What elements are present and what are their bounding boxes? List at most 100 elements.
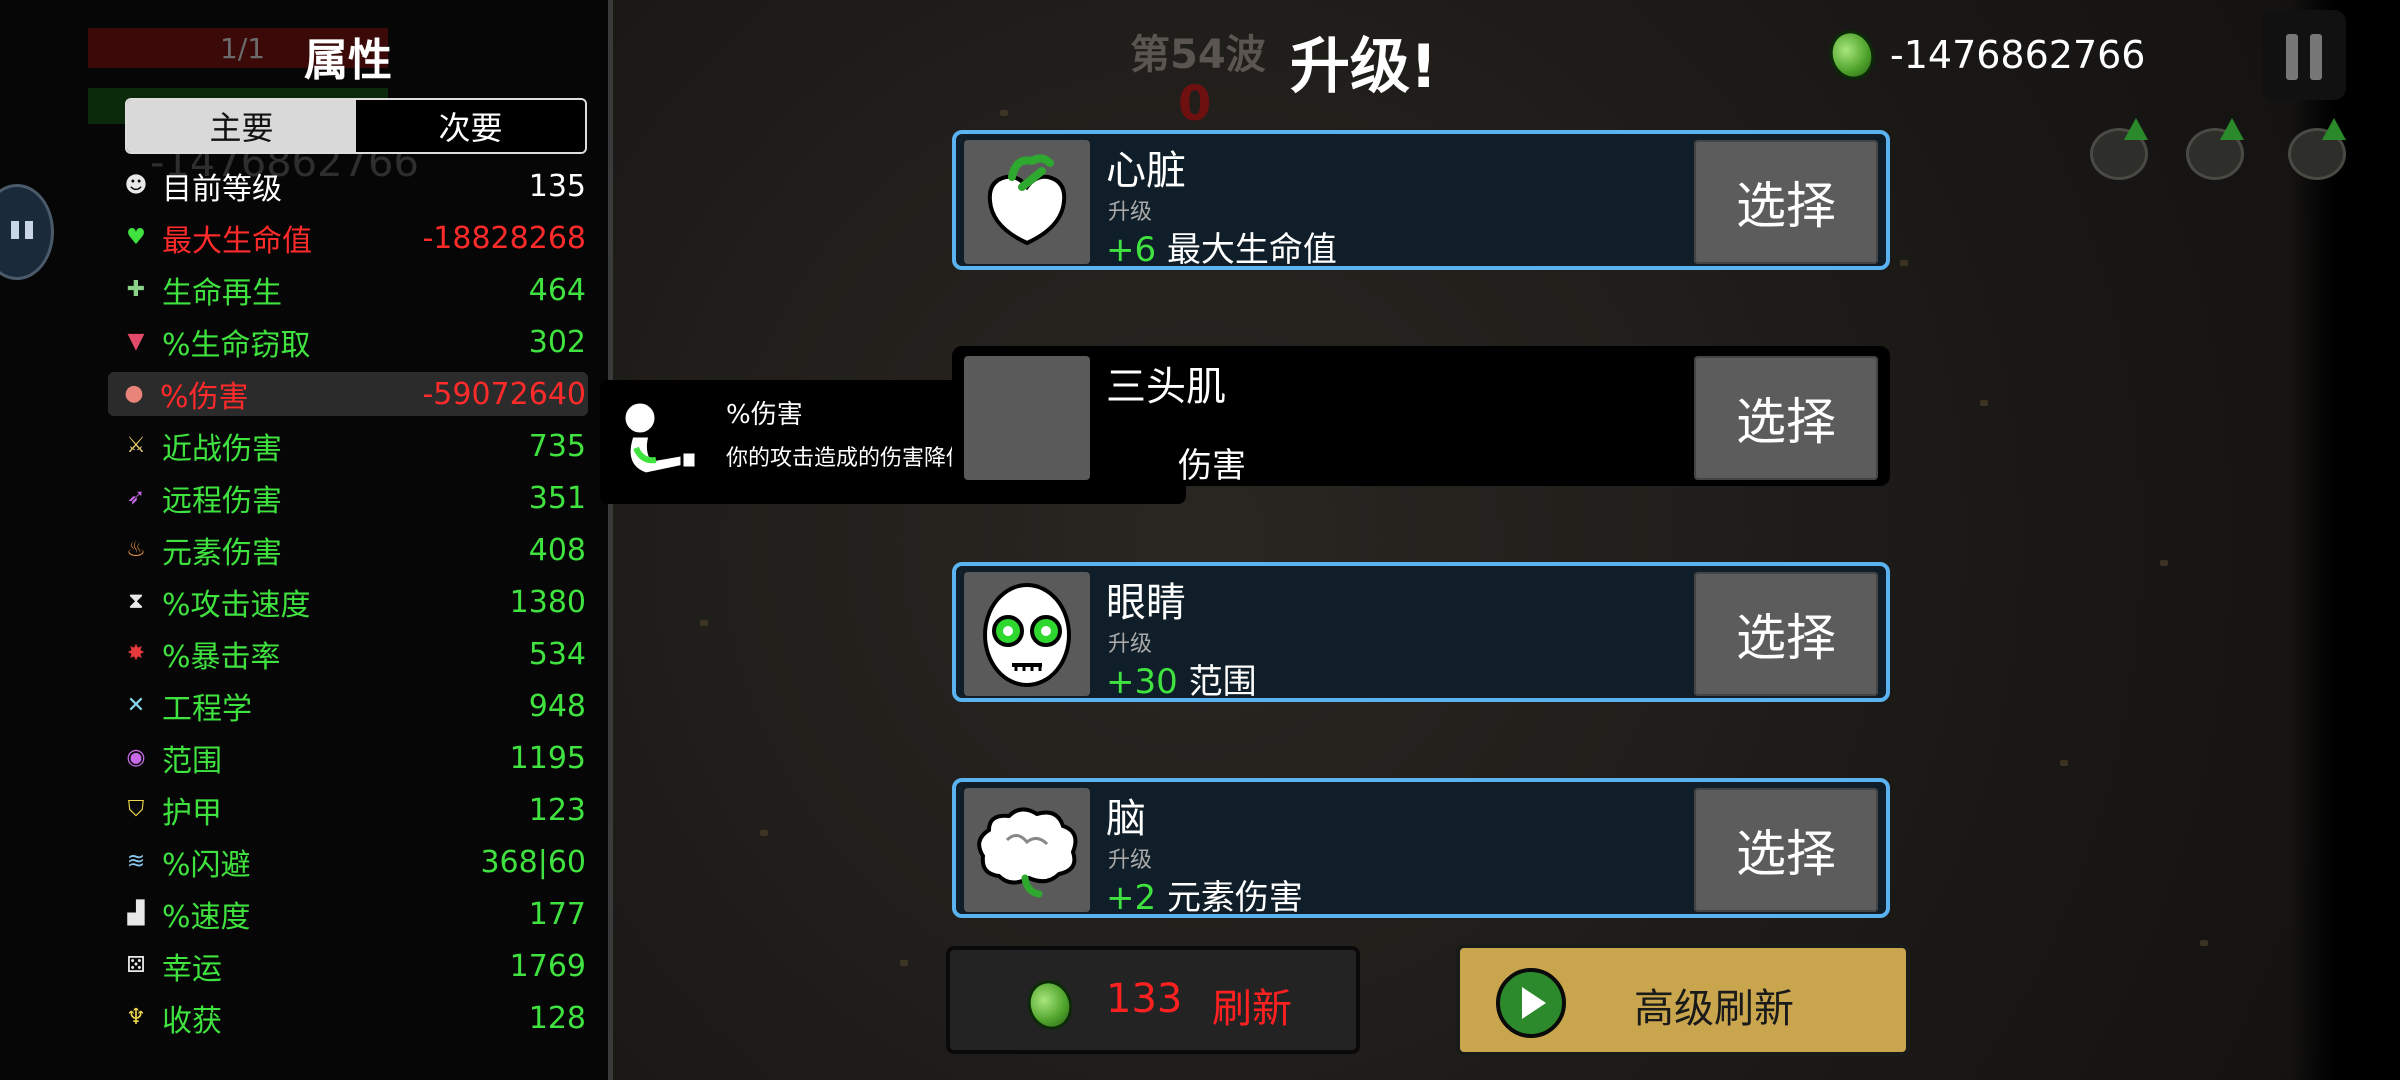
stat-label: 最大生命值 — [162, 224, 312, 259]
stat-row[interactable]: ☻ 目前等级 135 — [110, 164, 588, 208]
refresh-button[interactable]: 133 刷新 — [946, 946, 1360, 1054]
select-button[interactable]: 选择 — [1694, 356, 1878, 480]
premium-refresh-button[interactable]: 高级刷新 — [1456, 944, 1910, 1056]
syringe-icon: ✚ — [126, 277, 146, 302]
pause-icon — [2286, 34, 2298, 80]
select-button[interactable]: 选择 — [1694, 140, 1878, 264]
pause-button[interactable] — [2262, 10, 2346, 100]
range-waves-icon: ◉ — [126, 745, 146, 770]
stat-row[interactable]: ✸ %暴击率 534 — [110, 632, 588, 676]
stat-value: 735 — [528, 428, 586, 464]
ground-speck — [760, 830, 768, 836]
stat-value: 948 — [528, 688, 586, 724]
stat-label: %闪避 — [162, 848, 251, 883]
stat-label: 工程学 — [162, 692, 252, 727]
hourglass-icon: ⧗ — [128, 589, 144, 614]
stat-value: 534 — [528, 636, 586, 672]
stat-label: 幸运 — [162, 952, 222, 987]
dice-icon: ⚄ — [126, 953, 146, 978]
card-effect: 伤害 — [1178, 438, 1246, 487]
harvest-wheat-icon: ♆ — [126, 1005, 146, 1030]
refresh-cost: 133 — [1106, 976, 1183, 1022]
page-title: 升级! — [1290, 32, 1438, 102]
card-effect-amount: +2 — [1106, 878, 1157, 918]
stats-title: 属性 — [304, 35, 392, 86]
upgrade-card-brain: 脑 升级 +2 元素伤害 选择 — [952, 778, 1890, 918]
stat-value: 408 — [528, 532, 586, 568]
stat-value: -18828268 — [422, 220, 586, 256]
flexed-arm-icon — [622, 400, 698, 476]
ground-speck — [2160, 560, 2168, 566]
card-title: 眼睛 — [1106, 580, 1186, 626]
ground-speck — [1980, 400, 1988, 406]
stat-row[interactable]: ● %伤害 -59072640 — [108, 372, 588, 416]
refresh-label: 刷新 — [1212, 986, 1292, 1032]
stat-label: 收获 — [162, 1004, 222, 1039]
stat-row[interactable]: ➶ 远程伤害 351 — [110, 476, 588, 520]
sword-icon: ⚔ — [126, 433, 146, 458]
stat-row[interactable]: ⛉ 护甲 123 — [110, 788, 588, 832]
ground-speck — [700, 620, 708, 626]
stat-row[interactable]: ♆ 收获 128 — [110, 996, 588, 1040]
upgrade-card-triceps: 三头肌 伤害 选择 — [952, 346, 1890, 486]
boot-icon: ▟ — [127, 901, 145, 926]
stat-row[interactable]: ⧗ %攻击速度 1380 — [110, 580, 588, 624]
stat-value: 302 — [528, 324, 586, 360]
stat-value: 1769 — [509, 948, 586, 984]
stat-row[interactable]: ♨ 元素伤害 408 — [110, 528, 588, 572]
ground-speck — [2060, 760, 2068, 766]
card-effect-stat: 元素伤害 — [1166, 878, 1303, 918]
ground-speck — [1900, 260, 1908, 266]
stat-row[interactable]: ◉ 范围 1195 — [110, 736, 588, 780]
card-effect-amount: +30 — [1106, 662, 1178, 702]
stats-tabs: 主要 次要 — [125, 98, 587, 154]
upgrade-card-eyes: 眼睛 升级 +30 范围 选择 — [952, 562, 1890, 702]
card-title: 三头肌 — [1106, 364, 1226, 410]
stat-row[interactable]: ⚔ 近战伤害 735 — [110, 424, 588, 468]
card-effect: +2 元素伤害 — [1106, 870, 1303, 919]
ground-speck — [900, 960, 908, 966]
material-coin-icon — [1822, 23, 1882, 87]
stat-row[interactable]: ✚ 生命再生 464 — [110, 268, 588, 312]
card-title: 脑 — [1106, 796, 1146, 842]
card-effect: +30 范围 — [1106, 654, 1257, 703]
select-button[interactable]: 选择 — [1694, 572, 1878, 696]
stat-label: 元素伤害 — [162, 536, 282, 571]
heart-organ-icon — [964, 140, 1090, 264]
wrench-icon: ✕ — [126, 693, 146, 718]
tooltip-title: %伤害 — [726, 400, 803, 430]
stat-row[interactable]: ⚄ 幸运 1769 — [110, 944, 588, 988]
level-up-pending-icon — [2186, 118, 2250, 180]
premium-refresh-label: 高级刷新 — [1634, 986, 1794, 1032]
card-effect: +6 最大生命值 — [1106, 222, 1337, 271]
stat-label: 生命再生 — [162, 276, 282, 311]
stat-value: 123 — [528, 792, 586, 828]
skull-icon: ☻ — [124, 173, 148, 198]
tab-primary[interactable]: 主要 — [127, 100, 356, 152]
material-coin-icon — [1020, 973, 1080, 1037]
stat-row[interactable]: ♥ 最大生命值 -18828268 — [110, 216, 588, 260]
triceps-icon — [964, 356, 1090, 480]
currency-value: -1476862766 — [1890, 33, 2146, 77]
card-effect-amount: +6 — [1106, 230, 1157, 270]
select-button[interactable]: 选择 — [1694, 788, 1878, 912]
card-title: 心脏 — [1106, 148, 1186, 194]
stat-row[interactable]: ▟ %速度 177 — [110, 892, 588, 936]
tab-secondary[interactable]: 次要 — [356, 100, 585, 152]
play-ad-icon — [1496, 968, 1566, 1038]
stat-value: 368|60 — [480, 844, 586, 880]
pause-icon — [2310, 34, 2322, 80]
stat-label: %速度 — [162, 900, 251, 935]
stat-label: 目前等级 — [162, 172, 282, 207]
stat-row[interactable]: ✕ 工程学 948 — [110, 684, 588, 728]
stat-row[interactable]: ≋ %闪避 368|60 — [110, 840, 588, 884]
muscle-icon: ● — [124, 381, 144, 406]
stat-label: 近战伤害 — [162, 432, 282, 467]
currency-display: -1476862766 — [1822, 23, 2146, 87]
stat-row[interactable]: ▼ %生命窃取 302 — [110, 320, 588, 364]
wave-label: 第54波 — [1130, 32, 1266, 78]
ground-speck — [1000, 110, 1008, 116]
crit-burst-icon: ✸ — [126, 641, 146, 666]
card-effect-stat: 伤害 — [1178, 446, 1246, 486]
card-effect-stat: 范围 — [1188, 662, 1257, 702]
